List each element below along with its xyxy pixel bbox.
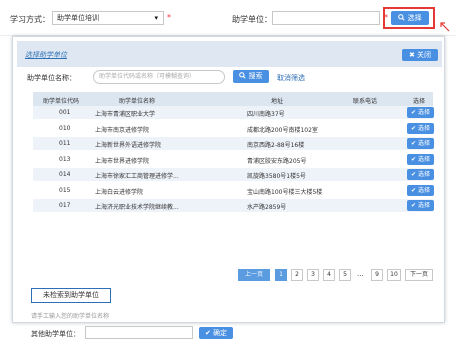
select-unit-modal: 选择助学单位 ✖ 关闭 助学单位名称： 助学单位代码或名称（可模糊查询） 搜索 … [12,36,445,339]
row-select-label: 选择 [417,171,430,178]
cell-name: 上海新世界外语进修学院 [95,142,162,149]
confirm-button-label: 确定 [213,329,228,337]
table-row: 014 上海市徐家汇工商管理进修学... 凯旋路3580号1楼5号 ✔ 选择 [33,168,434,181]
pagination-ellipsis: ... [357,270,364,278]
check-icon: ✔ [411,186,418,194]
study-mode-label: 学习方式： [10,15,50,24]
page-3-button[interactable]: 3 [307,269,319,281]
table-row: 015 上海白云进修学院 宝山南路100号楼三大楼5楼 ✔ 选择 [33,184,434,197]
row-select-button[interactable]: ✔ 选择 [407,153,434,165]
other-unit-input[interactable] [85,326,193,339]
table-row: 010 上海市南京进修学院 成都北路200号南楼102室 ✔ 选择 [33,122,434,135]
row-select-label: 选择 [417,140,430,147]
cell-address: 成都北路200号南楼102室 [247,126,318,134]
cell-name: 上海市青浦区职业大学 [95,111,156,118]
confirm-button[interactable]: ✔ 确定 [199,327,233,339]
required-mark: * [167,13,171,22]
cell-address: 四川南路37号 [247,111,285,118]
row-select-label: 选择 [417,186,430,194]
row-select-button[interactable]: ✔ 选择 [407,169,434,180]
cell-code: 013 [59,155,71,163]
table-row: 013 上海市世界进修学院 青浦区胶安东路205号 ✔ 选择 [33,153,434,166]
column-header-phone: 联系电话 [353,98,378,105]
cell-address: 凯旋路3580号1楼5号 [247,173,306,180]
prev-page-button[interactable]: 上一页 [238,269,270,281]
table-header: 助学单位代码 助学单位名称 地址 联系电话 选择 [33,92,433,106]
column-header-address: 地址 [271,98,284,105]
search-icon [398,14,406,21]
page-9-button[interactable]: 9 [371,269,383,281]
cell-code: 014 [59,171,71,178]
cell-address: 青浦区胶安东路205号 [247,157,307,165]
cell-code: 017 [59,202,71,209]
row-select-button[interactable]: ✔ 选择 [407,107,434,118]
cell-name: 上海市世界进修学院 [95,157,150,165]
page-10-button[interactable]: 10 [387,269,401,281]
close-icon: ✖ [408,51,415,59]
study-mode-select[interactable]: 助学单位培训 ▾ [52,11,164,25]
check-icon: ✔ [411,171,418,178]
cell-name: 上海市南京进修学院 [95,126,150,134]
enrollment-form: 学习方式： 助学单位培训 ▾ * 助学单位： * 选择 [0,0,456,36]
table-row: 011 上海新世界外语进修学院 南京西路2-88号16楼 ✔ 选择 [33,137,434,150]
next-page-button[interactable]: 下一页 [405,269,433,281]
page-1-button[interactable]: 1 [275,269,287,281]
close-button-label: 关闭 [417,51,432,59]
modal-header: 选择助学单位 ✖ 关闭 [17,41,442,67]
manual-entry-hint: 请手工输入您的助学单位名称 [31,313,110,320]
column-header-name: 助学单位名称 [119,98,156,105]
table-row: 017 上海济光职业技术学院继续教... 水产路2859号 ✔ 选择 [33,199,434,212]
close-button[interactable]: ✖ 关闭 [402,49,438,61]
column-header-select: 选择 [413,98,426,105]
chevron-down-icon: ▾ [154,14,158,22]
unit-input[interactable] [272,11,380,25]
other-unit-label: 其他助学单位： [31,330,80,338]
row-select-label: 选择 [417,109,430,116]
page-2-button[interactable]: 2 [291,269,303,281]
check-icon: ✔ [411,109,418,116]
modal-title: 选择助学单位 [25,51,67,59]
check-icon: ✔ [204,329,211,337]
search-button[interactable]: 搜索 [233,70,269,83]
cell-address: 水产路2859号 [247,204,287,211]
check-icon: ✔ [411,124,418,132]
search-button-label: 搜索 [248,72,263,80]
check-icon: ✔ [411,202,418,209]
row-select-button[interactable]: ✔ 选择 [407,122,434,134]
row-select-label: 选择 [417,155,430,163]
cursor-arrow-icon [440,22,450,32]
select-unit-button[interactable]: 选择 [391,11,429,25]
row-select-label: 选择 [417,202,430,209]
row-select-button[interactable]: ✔ 选择 [407,138,434,149]
cell-code: 015 [59,186,71,194]
check-icon: ✔ [411,140,418,147]
select-unit-button-label: 选择 [407,14,422,22]
search-label: 助学单位名称： [27,74,76,82]
search-icon [239,72,247,79]
reset-filter-link[interactable]: 取消筛选 [277,73,305,83]
cell-name: 上海白云进修学院 [95,188,144,196]
page-5-button[interactable]: 5 [339,269,351,281]
check-icon: ✔ [411,155,418,163]
cell-code: 001 [59,109,71,116]
cell-code: 010 [59,124,71,132]
table-row: 001 上海市青浦区职业大学 四川南路37号 ✔ 选择 [33,106,434,119]
cell-code: 011 [59,140,71,147]
not-found-button[interactable]: 未检索到助学单位 [31,288,111,303]
column-header-code: 助学单位代码 [43,98,80,105]
cell-name: 上海济光职业技术学院继续教... [95,204,179,211]
unit-label: 助学单位： [232,15,272,24]
row-select-button[interactable]: ✔ 选择 [407,184,434,196]
page-4-button[interactable]: 4 [323,269,335,281]
search-input[interactable]: 助学单位代码或名称（可模糊查询） [93,70,225,84]
cell-address: 宝山南路100号楼三大楼5楼 [247,188,323,196]
cell-address: 南京西路2-88号16楼 [247,142,305,149]
study-mode-value: 助学单位培训 [57,14,99,22]
row-select-button[interactable]: ✔ 选择 [407,200,434,211]
cell-name: 上海市徐家汇工商管理进修学... [95,173,179,180]
row-select-label: 选择 [417,124,430,132]
